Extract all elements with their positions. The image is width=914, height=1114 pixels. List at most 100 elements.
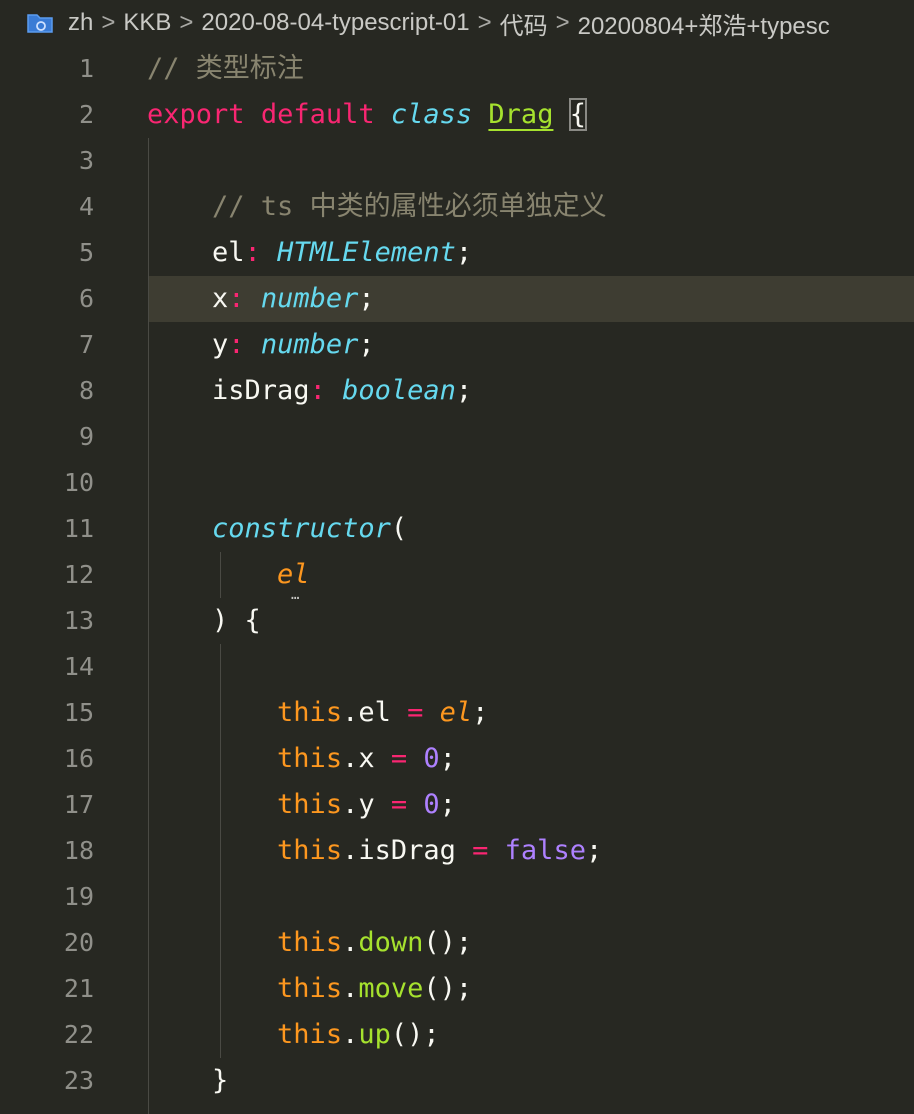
code-token: x: [212, 283, 229, 314]
line-number: 17: [63, 790, 94, 819]
code-token: this: [277, 697, 343, 728]
line-number: 8: [78, 376, 94, 405]
code-token: =: [407, 697, 424, 728]
code-line[interactable]: 9: [0, 414, 914, 460]
code-line[interactable]: 10: [0, 460, 914, 506]
code-line[interactable]: 12 el: [0, 552, 914, 598]
breadcrumb-item-file[interactable]: 20200804+郑浩+typesc: [578, 6, 830, 41]
code-token: isDrag: [212, 375, 310, 406]
code-line[interactable]: 23 }: [0, 1058, 914, 1104]
code-line[interactable]: 19: [0, 874, 914, 920]
line-number: 6: [78, 284, 94, 313]
code-line[interactable]: 18 this.isDrag = false;: [0, 828, 914, 874]
code-line[interactable]: 6 x: number;: [0, 276, 914, 322]
line-number: 11: [63, 514, 94, 543]
line-number: 3: [78, 146, 94, 175]
code-line-text: this.y = 0;: [147, 782, 456, 828]
code-line-text: this.move();: [147, 966, 472, 1012]
line-number: 2: [78, 100, 94, 129]
code-token: false: [504, 835, 586, 866]
code-line[interactable]: 3: [0, 138, 914, 184]
code-line-text: isDrag: boolean;: [147, 368, 472, 414]
code-editor-window: zh > KKB > 2020-08-04-typescript-01 > 代码…: [0, 0, 914, 1114]
code-token: this: [277, 973, 343, 1004]
line-number: 1: [78, 54, 94, 83]
code-line-text: x: number;: [147, 276, 375, 322]
code-token: .: [342, 973, 359, 1004]
code-token: .el: [342, 697, 391, 728]
code-token: // 类型标注: [147, 53, 304, 84]
code-line[interactable]: 17 this.y = 0;: [0, 782, 914, 828]
code-line-text: this.el = el;: [147, 690, 488, 736]
code-line[interactable]: 16 this.x = 0;: [0, 736, 914, 782]
code-token: ;: [358, 283, 375, 314]
code-line[interactable]: 22 this.up();: [0, 1012, 914, 1058]
code-token: ;: [358, 329, 375, 360]
hint-dots-indicator[interactable]: …: [291, 588, 299, 602]
code-token: .x: [342, 743, 375, 774]
code-line[interactable]: 14: [0, 644, 914, 690]
code-token: this: [277, 1019, 343, 1050]
code-line-text: }: [147, 1058, 228, 1104]
breadcrumb-item-zh[interactable]: zh: [68, 9, 93, 37]
line-number: 9: [78, 422, 94, 451]
code-token: number: [260, 283, 359, 314]
code-line-text: el: HTMLElement;: [147, 230, 472, 276]
code-token: =: [472, 835, 489, 866]
code-token: 0: [423, 743, 440, 774]
code-line[interactable]: 15 this.el = el;: [0, 690, 914, 736]
code-token: =: [390, 789, 408, 820]
code-line[interactable]: 13 ) {: [0, 598, 914, 644]
code-line[interactable]: 21 this.move();: [0, 966, 914, 1012]
code-line[interactable]: 8 isDrag: boolean;: [0, 368, 914, 414]
line-number: 20: [63, 928, 94, 957]
line-number: 23: [63, 1066, 94, 1095]
code-line[interactable]: 4 // ts 中类的属性必须单独定义: [0, 184, 914, 230]
breadcrumb-item-code[interactable]: 代码: [500, 6, 548, 41]
code-line-text: this.down();: [147, 920, 472, 966]
line-number: 18: [63, 836, 94, 865]
code-token: .: [342, 1019, 359, 1050]
editor-text-area[interactable]: 1// 类型标注 2 export default class Drag {3 4 /…: [0, 46, 914, 1114]
code-token: ;: [455, 237, 473, 268]
code-line[interactable]: 11 constructor(: [0, 506, 914, 552]
line-number: 5: [78, 238, 94, 267]
code-token: =: [390, 743, 408, 774]
code-token: HTMLElement: [277, 237, 456, 268]
code-token: export: [147, 99, 245, 130]
code-token: this: [277, 835, 343, 866]
code-token: y: [212, 329, 229, 360]
code-line[interactable]: 20 this.down();: [0, 920, 914, 966]
code-token: :: [244, 237, 261, 268]
code-line[interactable]: 5 el: HTMLElement;: [0, 230, 914, 276]
code-token: }: [212, 1065, 229, 1096]
code-line[interactable]: 1 // 类型标注: [0, 46, 914, 92]
breadcrumb-item-kkb[interactable]: KKB: [123, 9, 171, 37]
code-token: .isDrag: [342, 835, 456, 866]
code-token: ;: [439, 743, 456, 774]
code-line[interactable]: 7 y: number;: [0, 322, 914, 368]
code-line-text: y: number;: [147, 322, 375, 368]
breadcrumb-item-folder[interactable]: 2020-08-04-typescript-01: [201, 9, 469, 37]
code-token: ) {: [212, 605, 261, 636]
code-line[interactable]: 2 export default class Drag {: [0, 92, 914, 138]
line-number: 12: [63, 560, 94, 589]
